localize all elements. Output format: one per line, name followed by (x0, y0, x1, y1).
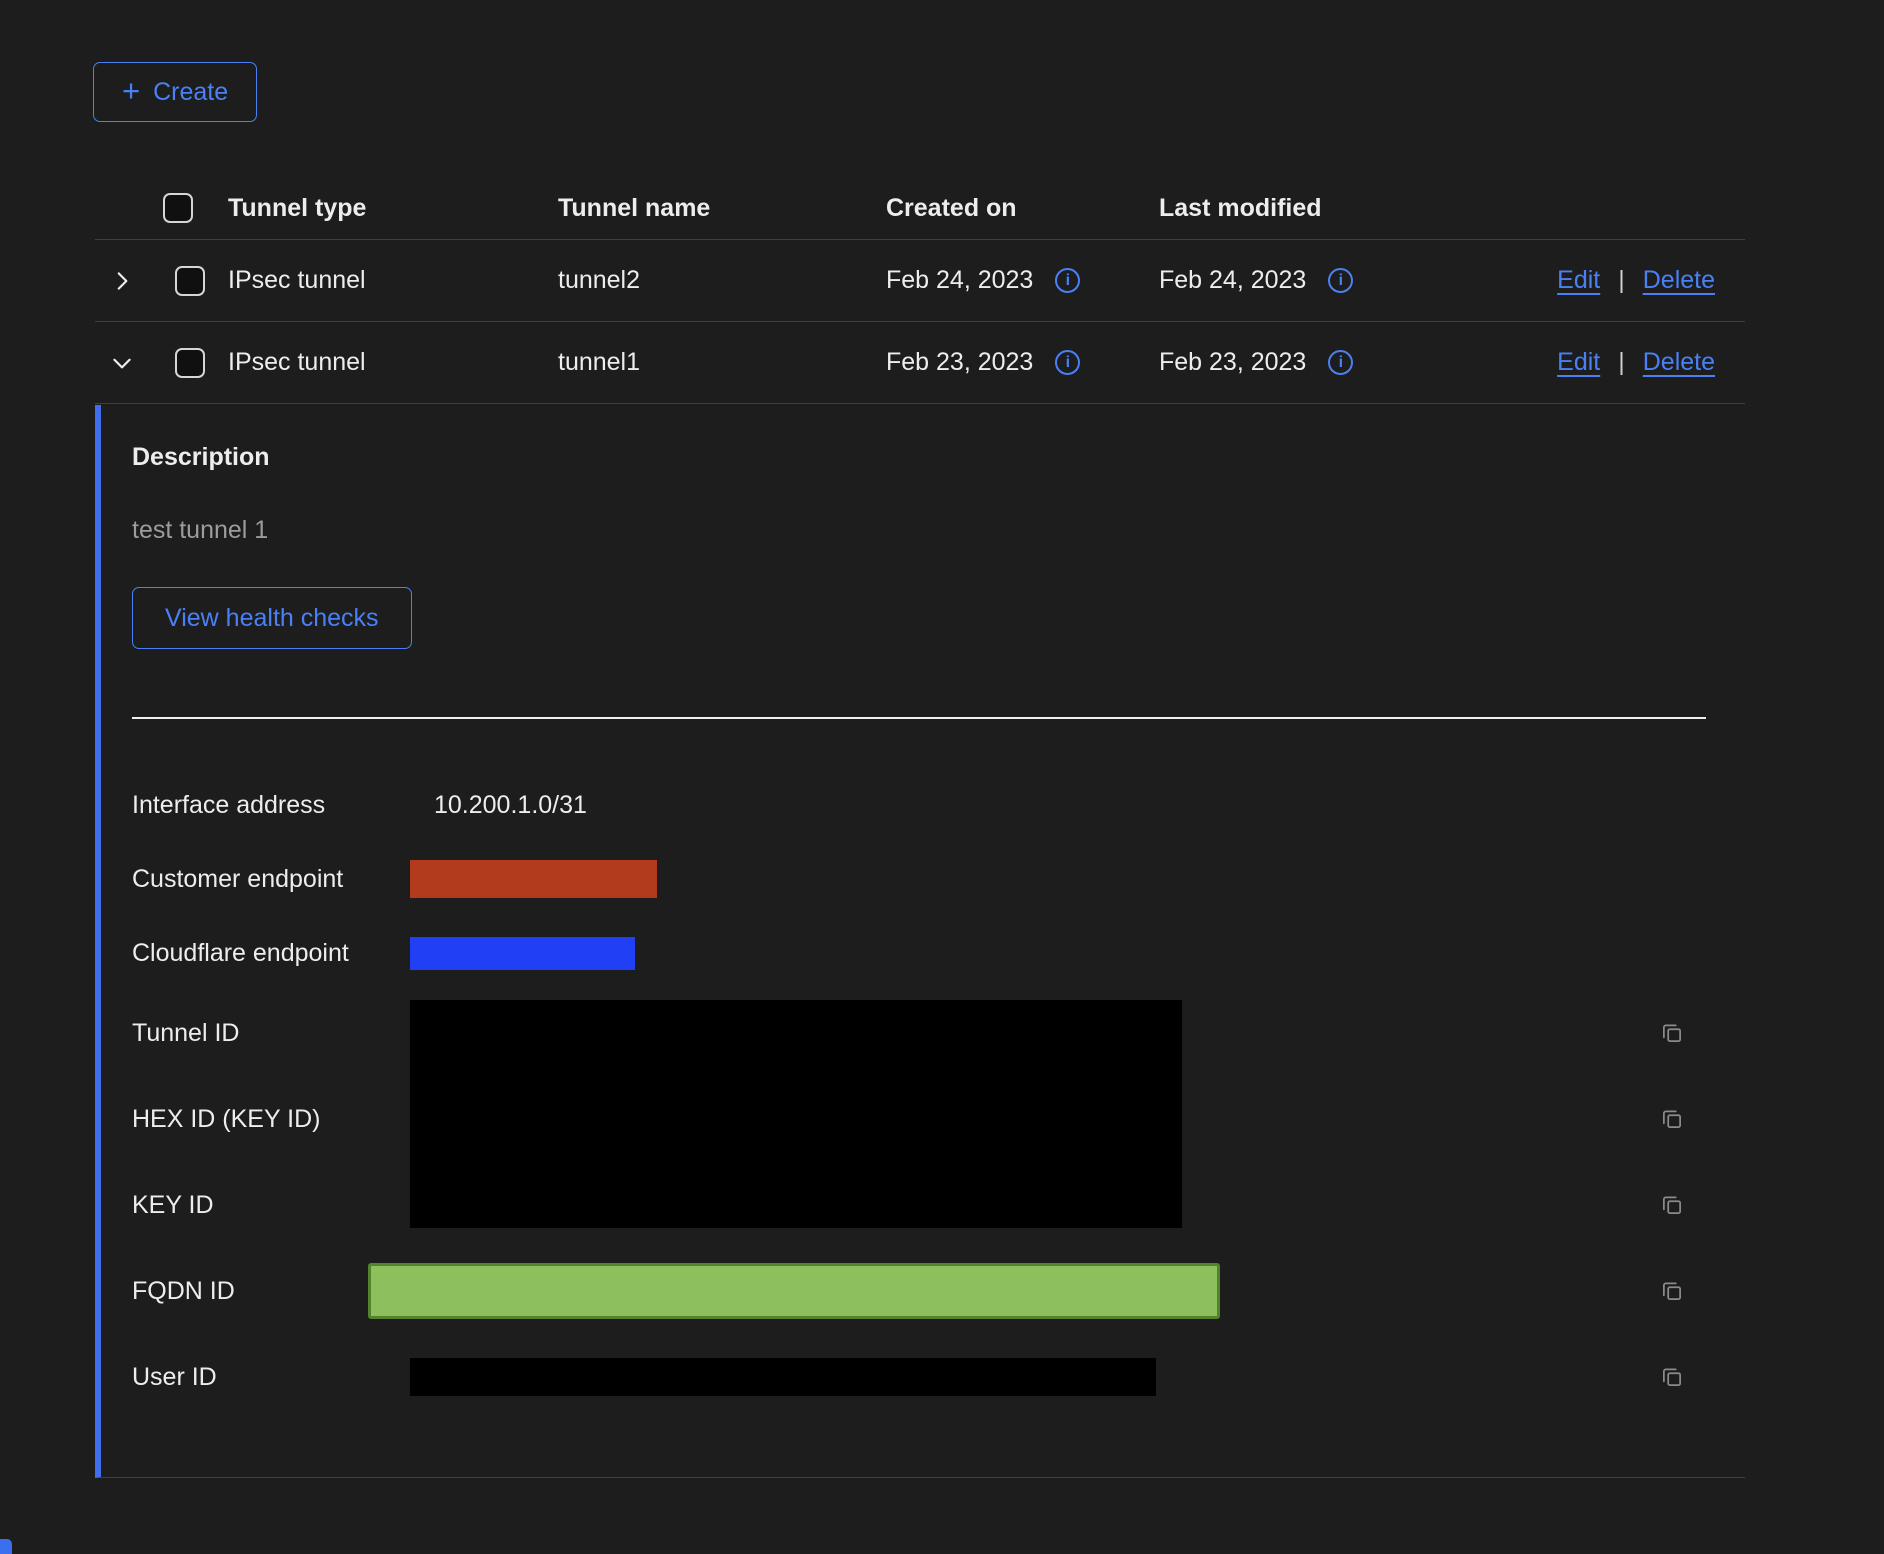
actions-separator: | (1618, 266, 1625, 295)
copy-icon[interactable] (1659, 1192, 1685, 1218)
view-health-checks-button[interactable]: View health checks (132, 587, 412, 649)
field-row-fqdn-id: FQDN ID (132, 1248, 1745, 1334)
field-row-customer-endpoint: Customer endpoint (132, 842, 1745, 916)
last-modified-value: Feb 24, 2023 (1159, 266, 1306, 295)
checkbox-cell (151, 266, 228, 296)
header-checkbox-cell (151, 193, 228, 223)
column-header-last-modified: Last modified (1159, 194, 1535, 223)
table-row: IPsec tunnel tunnel1 Feb 23, 2023 i Feb … (95, 322, 1745, 404)
info-icon[interactable]: i (1055, 268, 1080, 293)
tunnel-ids-block: Tunnel ID HEX ID (KEY ID) KEY ID (132, 990, 1745, 1248)
field-label: Tunnel ID (132, 1019, 410, 1048)
info-icon[interactable]: i (1055, 350, 1080, 375)
copy-icon[interactable] (1659, 1020, 1685, 1046)
field-row-user-id: User ID (132, 1334, 1745, 1420)
description-value: test tunnel 1 (132, 516, 1745, 545)
field-label: User ID (132, 1363, 410, 1392)
tunnel-name-cell: tunnel1 (558, 348, 886, 377)
chevron-down-icon[interactable] (109, 350, 135, 376)
info-icon[interactable]: i (1328, 268, 1353, 293)
edit-link[interactable]: Edit (1557, 266, 1600, 295)
checkbox-cell (151, 348, 228, 378)
description-label: Description (132, 443, 1745, 472)
field-label: HEX ID (KEY ID) (132, 1105, 410, 1134)
created-on-cell: Feb 24, 2023 i (886, 266, 1159, 295)
info-icon[interactable]: i (1328, 350, 1353, 375)
expander-cell (95, 268, 151, 294)
tunnel-name-cell: tunnel2 (558, 266, 886, 295)
last-modified-value: Feb 23, 2023 (1159, 348, 1306, 377)
copy-icon[interactable] (1659, 1278, 1685, 1304)
created-on-value: Feb 24, 2023 (886, 266, 1033, 295)
table-row: IPsec tunnel tunnel2 Feb 24, 2023 i Feb … (95, 240, 1745, 322)
field-label: Customer endpoint (132, 865, 410, 894)
delete-link[interactable]: Delete (1643, 266, 1715, 295)
delete-link[interactable]: Delete (1643, 348, 1715, 377)
field-row-interface-address: Interface address 10.200.1.0/31 (132, 768, 1745, 842)
column-header-tunnel-type: Tunnel type (228, 194, 558, 223)
field-label: Interface address (132, 791, 410, 820)
actions-cell: Edit | Delete (1535, 266, 1745, 295)
create-button-label: Create (153, 78, 228, 107)
chevron-right-icon[interactable] (109, 268, 135, 294)
edit-link[interactable]: Edit (1557, 348, 1600, 377)
actions-separator: | (1618, 348, 1625, 377)
tunnel-type-cell: IPsec tunnel (228, 266, 558, 295)
field-label: Cloudflare endpoint (132, 939, 410, 968)
table-header-row: Tunnel type Tunnel name Created on Last … (95, 177, 1745, 240)
created-on-cell: Feb 23, 2023 i (886, 348, 1159, 377)
cloudflare-endpoint-redacted-value (410, 937, 635, 970)
tunnel-detail-panel: Description test tunnel 1 View health ch… (95, 405, 1745, 1478)
actions-cell: Edit | Delete (1535, 348, 1745, 377)
created-on-value: Feb 23, 2023 (886, 348, 1033, 377)
copy-icon[interactable] (1659, 1106, 1685, 1132)
customer-endpoint-redacted-value (410, 860, 657, 898)
column-header-tunnel-name: Tunnel name (558, 194, 886, 223)
field-label: KEY ID (132, 1191, 410, 1220)
fqdn-id-redacted-value (368, 1263, 1220, 1319)
tunnel-type-cell: IPsec tunnel (228, 348, 558, 377)
create-button[interactable]: + Create (93, 62, 257, 122)
interface-address-value: 10.200.1.0/31 (434, 791, 587, 820)
tunnels-table: Tunnel type Tunnel name Created on Last … (95, 177, 1745, 404)
section-divider (132, 717, 1706, 719)
tunnels-page: + Create Tunnel type Tunnel name Created… (0, 0, 1884, 1554)
field-row-cloudflare-endpoint: Cloudflare endpoint (132, 916, 1745, 990)
ids-redacted-block (410, 1000, 1182, 1228)
expander-cell (95, 350, 151, 376)
last-modified-cell: Feb 23, 2023 i (1159, 348, 1535, 377)
row-checkbox[interactable] (175, 266, 205, 296)
plus-icon: + (122, 75, 140, 106)
row-checkbox[interactable] (175, 348, 205, 378)
bottom-left-blue-fragment (0, 1539, 12, 1554)
column-header-created-on: Created on (886, 194, 1159, 223)
copy-icon[interactable] (1659, 1364, 1685, 1390)
user-id-redacted-value (410, 1358, 1156, 1396)
select-all-checkbox[interactable] (163, 193, 193, 223)
last-modified-cell: Feb 24, 2023 i (1159, 266, 1535, 295)
tunnel-fields: Interface address 10.200.1.0/31 Customer… (132, 768, 1745, 1420)
